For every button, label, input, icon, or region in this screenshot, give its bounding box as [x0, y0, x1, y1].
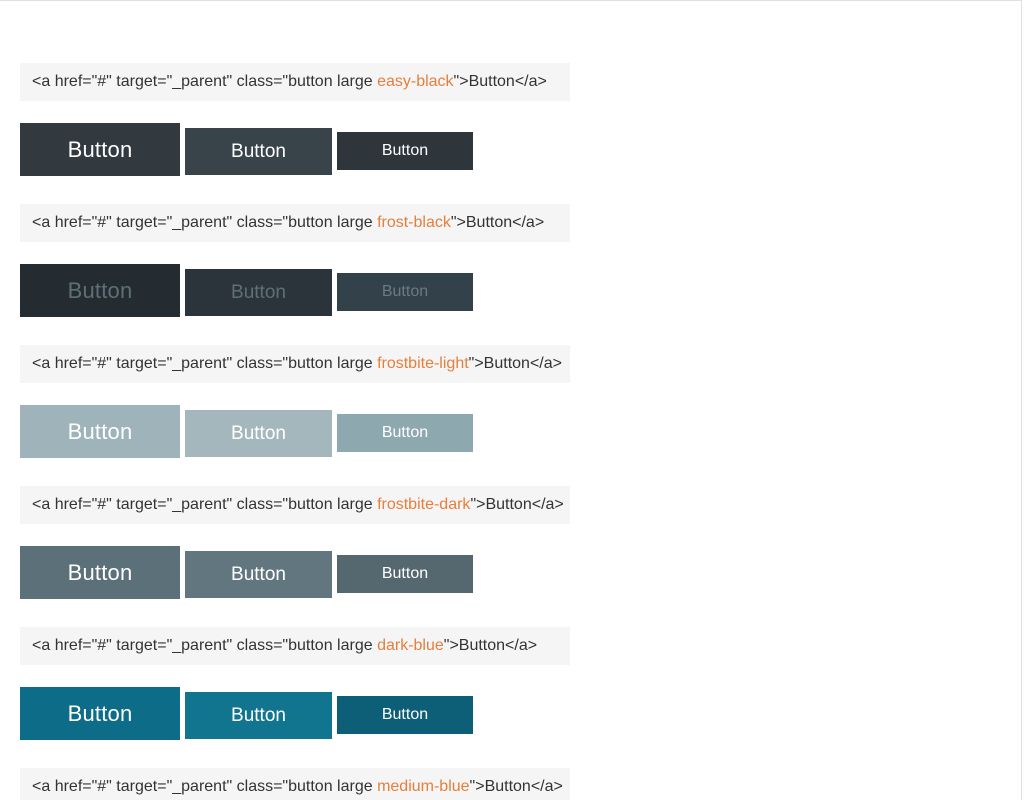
button-frost-black-large[interactable]: Button: [20, 264, 180, 317]
code-snippet-dark-blue: <a href="#" target="_parent" class="butt…: [20, 627, 570, 665]
code-prefix: <a href="#" target="_parent" class="butt…: [32, 214, 377, 231]
page-frame: <a href="#" target="_parent" class="butt…: [0, 0, 1022, 800]
code-suffix: ">Button</a>: [444, 637, 537, 654]
button-frostbite-light-medium[interactable]: Button: [185, 410, 332, 457]
code-suffix: ">Button</a>: [469, 355, 562, 372]
code-snippet-frost-black: <a href="#" target="_parent" class="butt…: [20, 204, 570, 242]
button-easy-black-small[interactable]: Button: [337, 132, 473, 170]
button-frost-black-small[interactable]: Button: [337, 273, 473, 311]
button-frostbite-dark-small[interactable]: Button: [337, 555, 473, 593]
code-classname: medium-blue: [377, 778, 469, 795]
button-row-dark-blue: Button Button Button: [20, 687, 570, 740]
code-classname: frost-black: [377, 214, 451, 231]
code-suffix: ">Button</a>: [470, 778, 563, 795]
button-frostbite-light-large[interactable]: Button: [20, 405, 180, 458]
code-snippet-frostbite-light: <a href="#" target="_parent" class="butt…: [20, 345, 570, 383]
code-suffix: ">Button</a>: [470, 496, 563, 513]
code-prefix: <a href="#" target="_parent" class="butt…: [32, 778, 377, 795]
code-prefix: <a href="#" target="_parent" class="butt…: [32, 73, 377, 90]
button-frostbite-dark-large[interactable]: Button: [20, 546, 180, 599]
button-dark-blue-large[interactable]: Button: [20, 687, 180, 740]
button-frostbite-light-small[interactable]: Button: [337, 414, 473, 452]
button-frost-black-medium[interactable]: Button: [185, 269, 332, 316]
code-prefix: <a href="#" target="_parent" class="butt…: [32, 496, 377, 513]
button-row-frostbite-dark: Button Button Button: [20, 546, 570, 599]
code-prefix: <a href="#" target="_parent" class="butt…: [32, 637, 377, 654]
code-classname: easy-black: [377, 73, 453, 90]
code-prefix: <a href="#" target="_parent" class="butt…: [32, 355, 377, 372]
button-row-frost-black: Button Button Button: [20, 264, 570, 317]
code-suffix: ">Button</a>: [451, 214, 544, 231]
button-row-frostbite-light: Button Button Button: [20, 405, 570, 458]
code-classname: frostbite-dark: [377, 496, 470, 513]
code-classname: frostbite-light: [377, 355, 469, 372]
button-dark-blue-medium[interactable]: Button: [185, 692, 332, 739]
code-snippet-frostbite-dark: <a href="#" target="_parent" class="butt…: [20, 486, 570, 524]
button-row-easy-black: Button Button Button: [20, 123, 570, 176]
code-snippet-easy-black: <a href="#" target="_parent" class="butt…: [20, 63, 570, 101]
code-suffix: ">Button</a>: [454, 73, 547, 90]
button-dark-blue-small[interactable]: Button: [337, 696, 473, 734]
button-easy-black-large[interactable]: Button: [20, 123, 180, 176]
code-classname: dark-blue: [377, 637, 444, 654]
button-frostbite-dark-medium[interactable]: Button: [185, 551, 332, 598]
button-easy-black-medium[interactable]: Button: [185, 128, 332, 175]
code-snippet-medium-blue: <a href="#" target="_parent" class="butt…: [20, 768, 570, 800]
content-column: <a href="#" target="_parent" class="butt…: [0, 1, 590, 800]
